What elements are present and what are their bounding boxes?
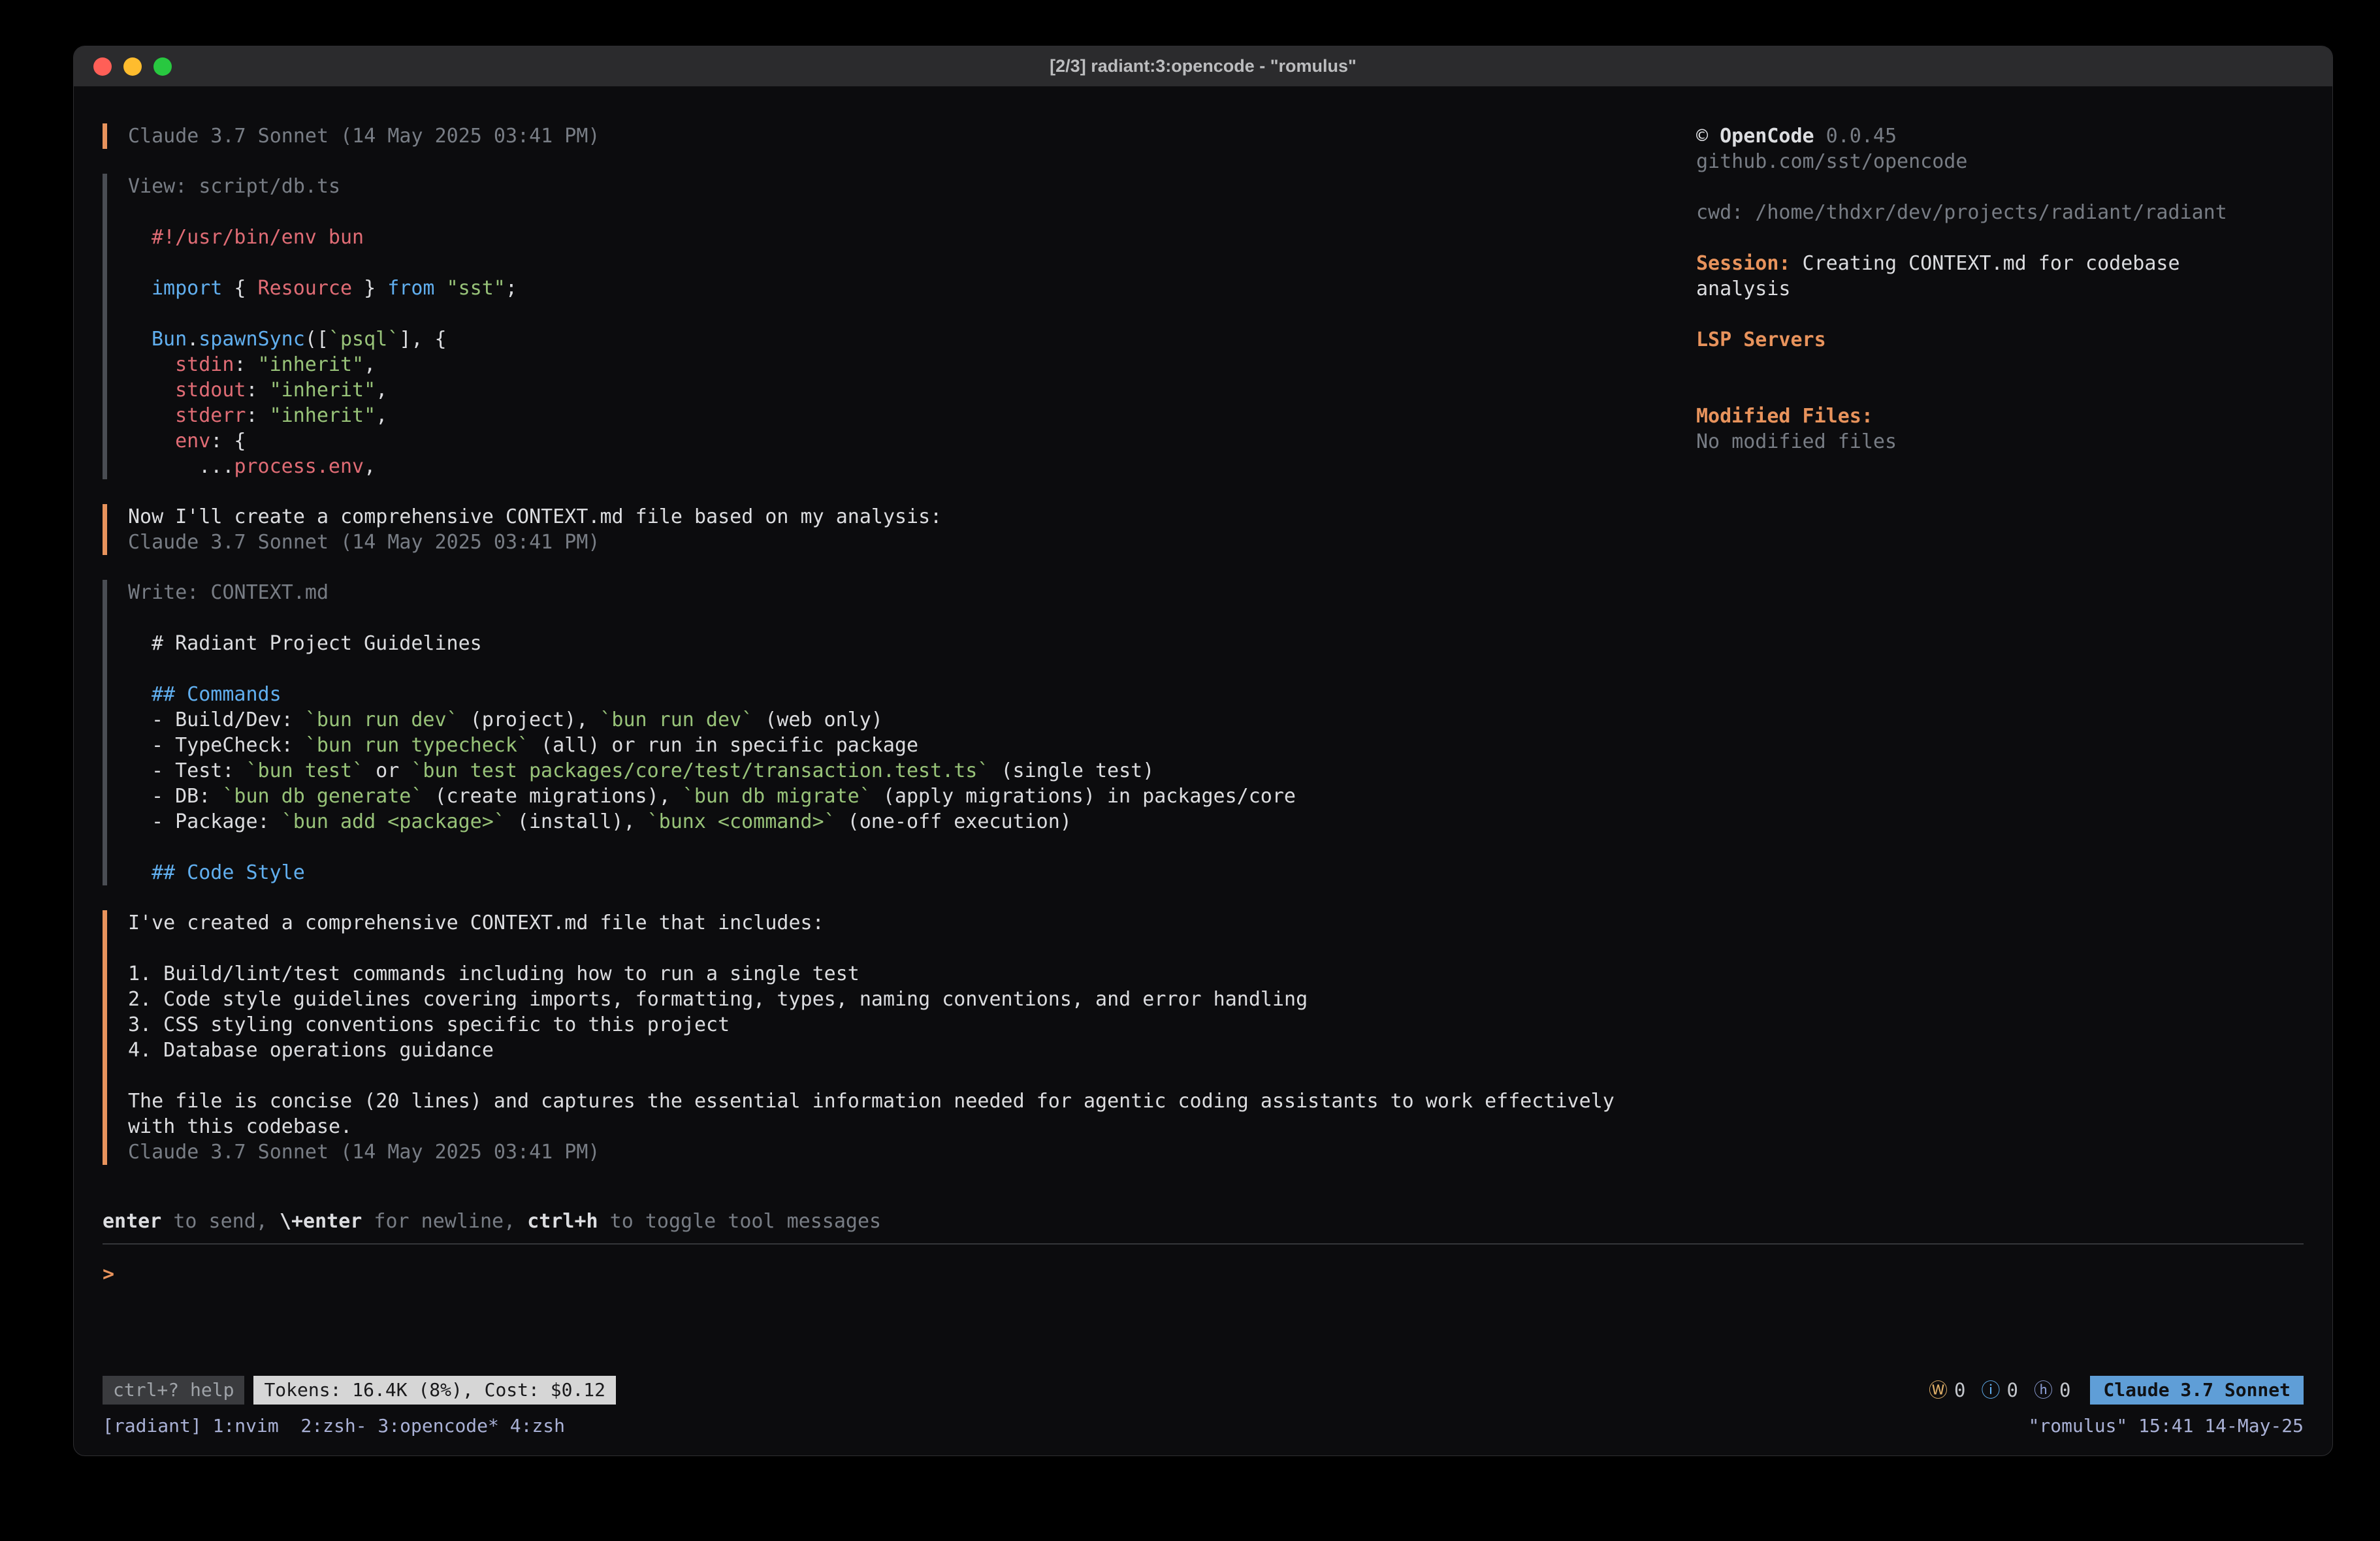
text-line: Modified Files:	[1696, 404, 2232, 429]
prompt-symbol: >	[103, 1263, 114, 1286]
text-line	[1696, 378, 2232, 404]
diagnostic-hints: ⓗ0	[2034, 1381, 2070, 1400]
model-badge[interactable]: Claude 3.7 Sonnet	[2090, 1376, 2304, 1405]
input-divider	[103, 1243, 2304, 1245]
text-line: # Radiant Project Guidelines	[152, 631, 1644, 656]
warnings-icon: Ⓦ	[1929, 1381, 1948, 1400]
text-line: - DB: `bun db generate` (create migratio…	[152, 784, 1644, 809]
lsp-diagnostics: Ⓦ0ⓘ0ⓗ0	[1929, 1381, 2070, 1400]
text-line: ## Code Style	[152, 860, 1644, 885]
tmux-status-bar: [radiant] 1:nvim 2:zsh- 3:opencode* 4:zs…	[103, 1412, 2304, 1438]
text-line: Claude 3.7 Sonnet (14 May 2025 03:41 PM)	[128, 123, 1644, 149]
close-button[interactable]	[93, 57, 112, 76]
zoom-button[interactable]	[153, 57, 172, 76]
keybind-help: enter to send, \+enter for newline, ctrl…	[103, 1209, 2304, 1234]
tool-call-title: View: script/db.ts	[128, 174, 1644, 199]
text-line: - TypeCheck: `bun run typecheck` (all) o…	[152, 733, 1644, 758]
text-line: 2. Code style guidelines covering import…	[128, 987, 1644, 1012]
text-line: - Package: `bun add <package>` (install)…	[152, 809, 1644, 834]
message-header-lines: Claude 3.7 Sonnet (14 May 2025 03:41 PM)	[128, 123, 1644, 149]
text-line: Claude 3.7 Sonnet (14 May 2025 03:41 PM)	[128, 1139, 1644, 1165]
text-line: #!/usr/bin/env bun	[152, 225, 1644, 250]
text-line: - Build/Dev: `bun run dev` (project), `b…	[152, 707, 1644, 733]
text-line	[1696, 174, 2232, 200]
input-zone: enter to send, \+enter for newline, ctrl…	[103, 1209, 2304, 1376]
text-line: stdout: "inherit",	[152, 377, 1644, 403]
assistant-message: Now I'll create a comprehensive CONTEXT.…	[103, 504, 1644, 555]
text-line: enter to send, \+enter for newline, ctrl…	[103, 1209, 2304, 1234]
text-line: env: {	[152, 428, 1644, 454]
tool-call-view-file: View: script/db.ts #!/usr/bin/env bun im…	[103, 174, 1644, 479]
text-line	[152, 199, 1644, 225]
status-bar-right: Ⓦ0ⓘ0ⓗ0 Claude 3.7 Sonnet	[1929, 1376, 2304, 1405]
text-line: LSP Servers	[1696, 327, 2232, 353]
assistant-message-header: Claude 3.7 Sonnet (14 May 2025 03:41 PM)	[103, 123, 1644, 149]
text-line: stdin: "inherit",	[152, 352, 1644, 377]
sidebar-lines: © OpenCode 0.0.45github.com/sst/opencode…	[1696, 123, 2232, 454]
diagnostic-count: 0	[1954, 1381, 1965, 1400]
prompt-input[interactable]: >	[103, 1262, 2304, 1287]
tokens-cost-badge: Tokens: 16.4K (8%), Cost: $0.12	[253, 1376, 616, 1405]
text-line: with this codebase.	[128, 1114, 1644, 1139]
text-line: 4. Database operations guidance	[128, 1038, 1644, 1063]
terminal-window: [2/3] radiant:3:opencode - "romulus" Cla…	[73, 46, 2333, 1456]
titlebar: [2/3] radiant:3:opencode - "romulus"	[74, 46, 2332, 87]
text-line: Now I'll create a comprehensive CONTEXT.…	[128, 504, 1644, 530]
text-line: I've created a comprehensive CONTEXT.md …	[128, 910, 1644, 936]
help-keybind-badge: ctrl+? help	[103, 1376, 244, 1405]
text-line: Session: Creating CONTEXT.md for codebas…	[1696, 251, 2232, 276]
tool-call-write-file: Write: CONTEXT.md # Radiant Project Guid…	[103, 580, 1644, 885]
assistant-message-lines: Now I'll create a comprehensive CONTEXT.…	[128, 504, 1644, 555]
diagnostic-count: 0	[2006, 1381, 2018, 1400]
text-line: © OpenCode 0.0.45	[1696, 123, 2232, 149]
code-preview-lines: #!/usr/bin/env bun import { Resource } f…	[128, 199, 1644, 479]
text-line: 1. Build/lint/test commands including ho…	[128, 961, 1644, 987]
text-line: - Test: `bun test` or `bun test packages…	[152, 758, 1644, 784]
traffic-lights	[93, 46, 172, 86]
text-line	[152, 250, 1644, 276]
text-line: github.com/sst/opencode	[1696, 149, 2232, 174]
status-bar: ctrl+? help Tokens: 16.4K (8%), Cost: $0…	[103, 1376, 2304, 1405]
text-line: 3. CSS styling conventions specific to t…	[128, 1012, 1644, 1038]
terminal-content: Claude 3.7 Sonnet (14 May 2025 03:41 PM)…	[74, 87, 2332, 1455]
text-line	[152, 834, 1644, 860]
text-line: cwd: /home/thdxr/dev/projects/radiant/ra…	[1696, 200, 2232, 225]
text-line: ...process.env,	[152, 454, 1644, 479]
text-line	[152, 656, 1644, 682]
diagnostic-count: 0	[2059, 1381, 2070, 1400]
text-line: import { Resource } from "sst";	[152, 276, 1644, 301]
text-line	[1696, 353, 2232, 378]
window-title: [2/3] radiant:3:opencode - "romulus"	[1050, 56, 1357, 76]
chat-scrollback[interactable]: Claude 3.7 Sonnet (14 May 2025 03:41 PM)…	[103, 123, 1644, 1190]
text-line: Bun.spawnSync([`psql`], {	[152, 326, 1644, 352]
text-line	[152, 605, 1644, 631]
text-line	[1696, 225, 2232, 251]
content-columns: Claude 3.7 Sonnet (14 May 2025 03:41 PM)…	[103, 123, 2304, 1209]
minimize-button[interactable]	[123, 57, 142, 76]
text-line: ## Commands	[152, 682, 1644, 707]
info-icon: ⓘ	[1981, 1381, 2000, 1400]
hints-icon: ⓗ	[2034, 1381, 2053, 1400]
diagnostic-warnings: Ⓦ0	[1929, 1381, 1965, 1400]
tool-call-title: Write: CONTEXT.md	[128, 580, 1644, 605]
session-sidebar: © OpenCode 0.0.45github.com/sst/opencode…	[1696, 123, 2232, 454]
text-line: No modified files	[1696, 429, 2232, 454]
text-line	[128, 1063, 1644, 1088]
text-line: analysis	[1696, 276, 2232, 302]
text-line	[152, 301, 1644, 326]
assistant-message-final: I've created a comprehensive CONTEXT.md …	[103, 910, 1644, 1165]
text-line: The file is concise (20 lines) and captu…	[128, 1088, 1644, 1114]
text-line	[1696, 302, 2232, 327]
markdown-preview-lines: # Radiant Project Guidelines ## Commands…	[128, 605, 1644, 885]
text-line	[128, 936, 1644, 961]
text-line: Claude 3.7 Sonnet (14 May 2025 03:41 PM)	[128, 530, 1644, 555]
tmux-session-info: "romulus" 15:41 14-May-25	[2029, 1413, 2304, 1438]
tmux-window-list: [radiant] 1:nvim 2:zsh- 3:opencode* 4:zs…	[103, 1413, 565, 1438]
assistant-message-lines: I've created a comprehensive CONTEXT.md …	[128, 910, 1644, 1165]
text-line: stderr: "inherit",	[152, 403, 1644, 428]
diagnostic-info: ⓘ0	[1981, 1381, 2018, 1400]
